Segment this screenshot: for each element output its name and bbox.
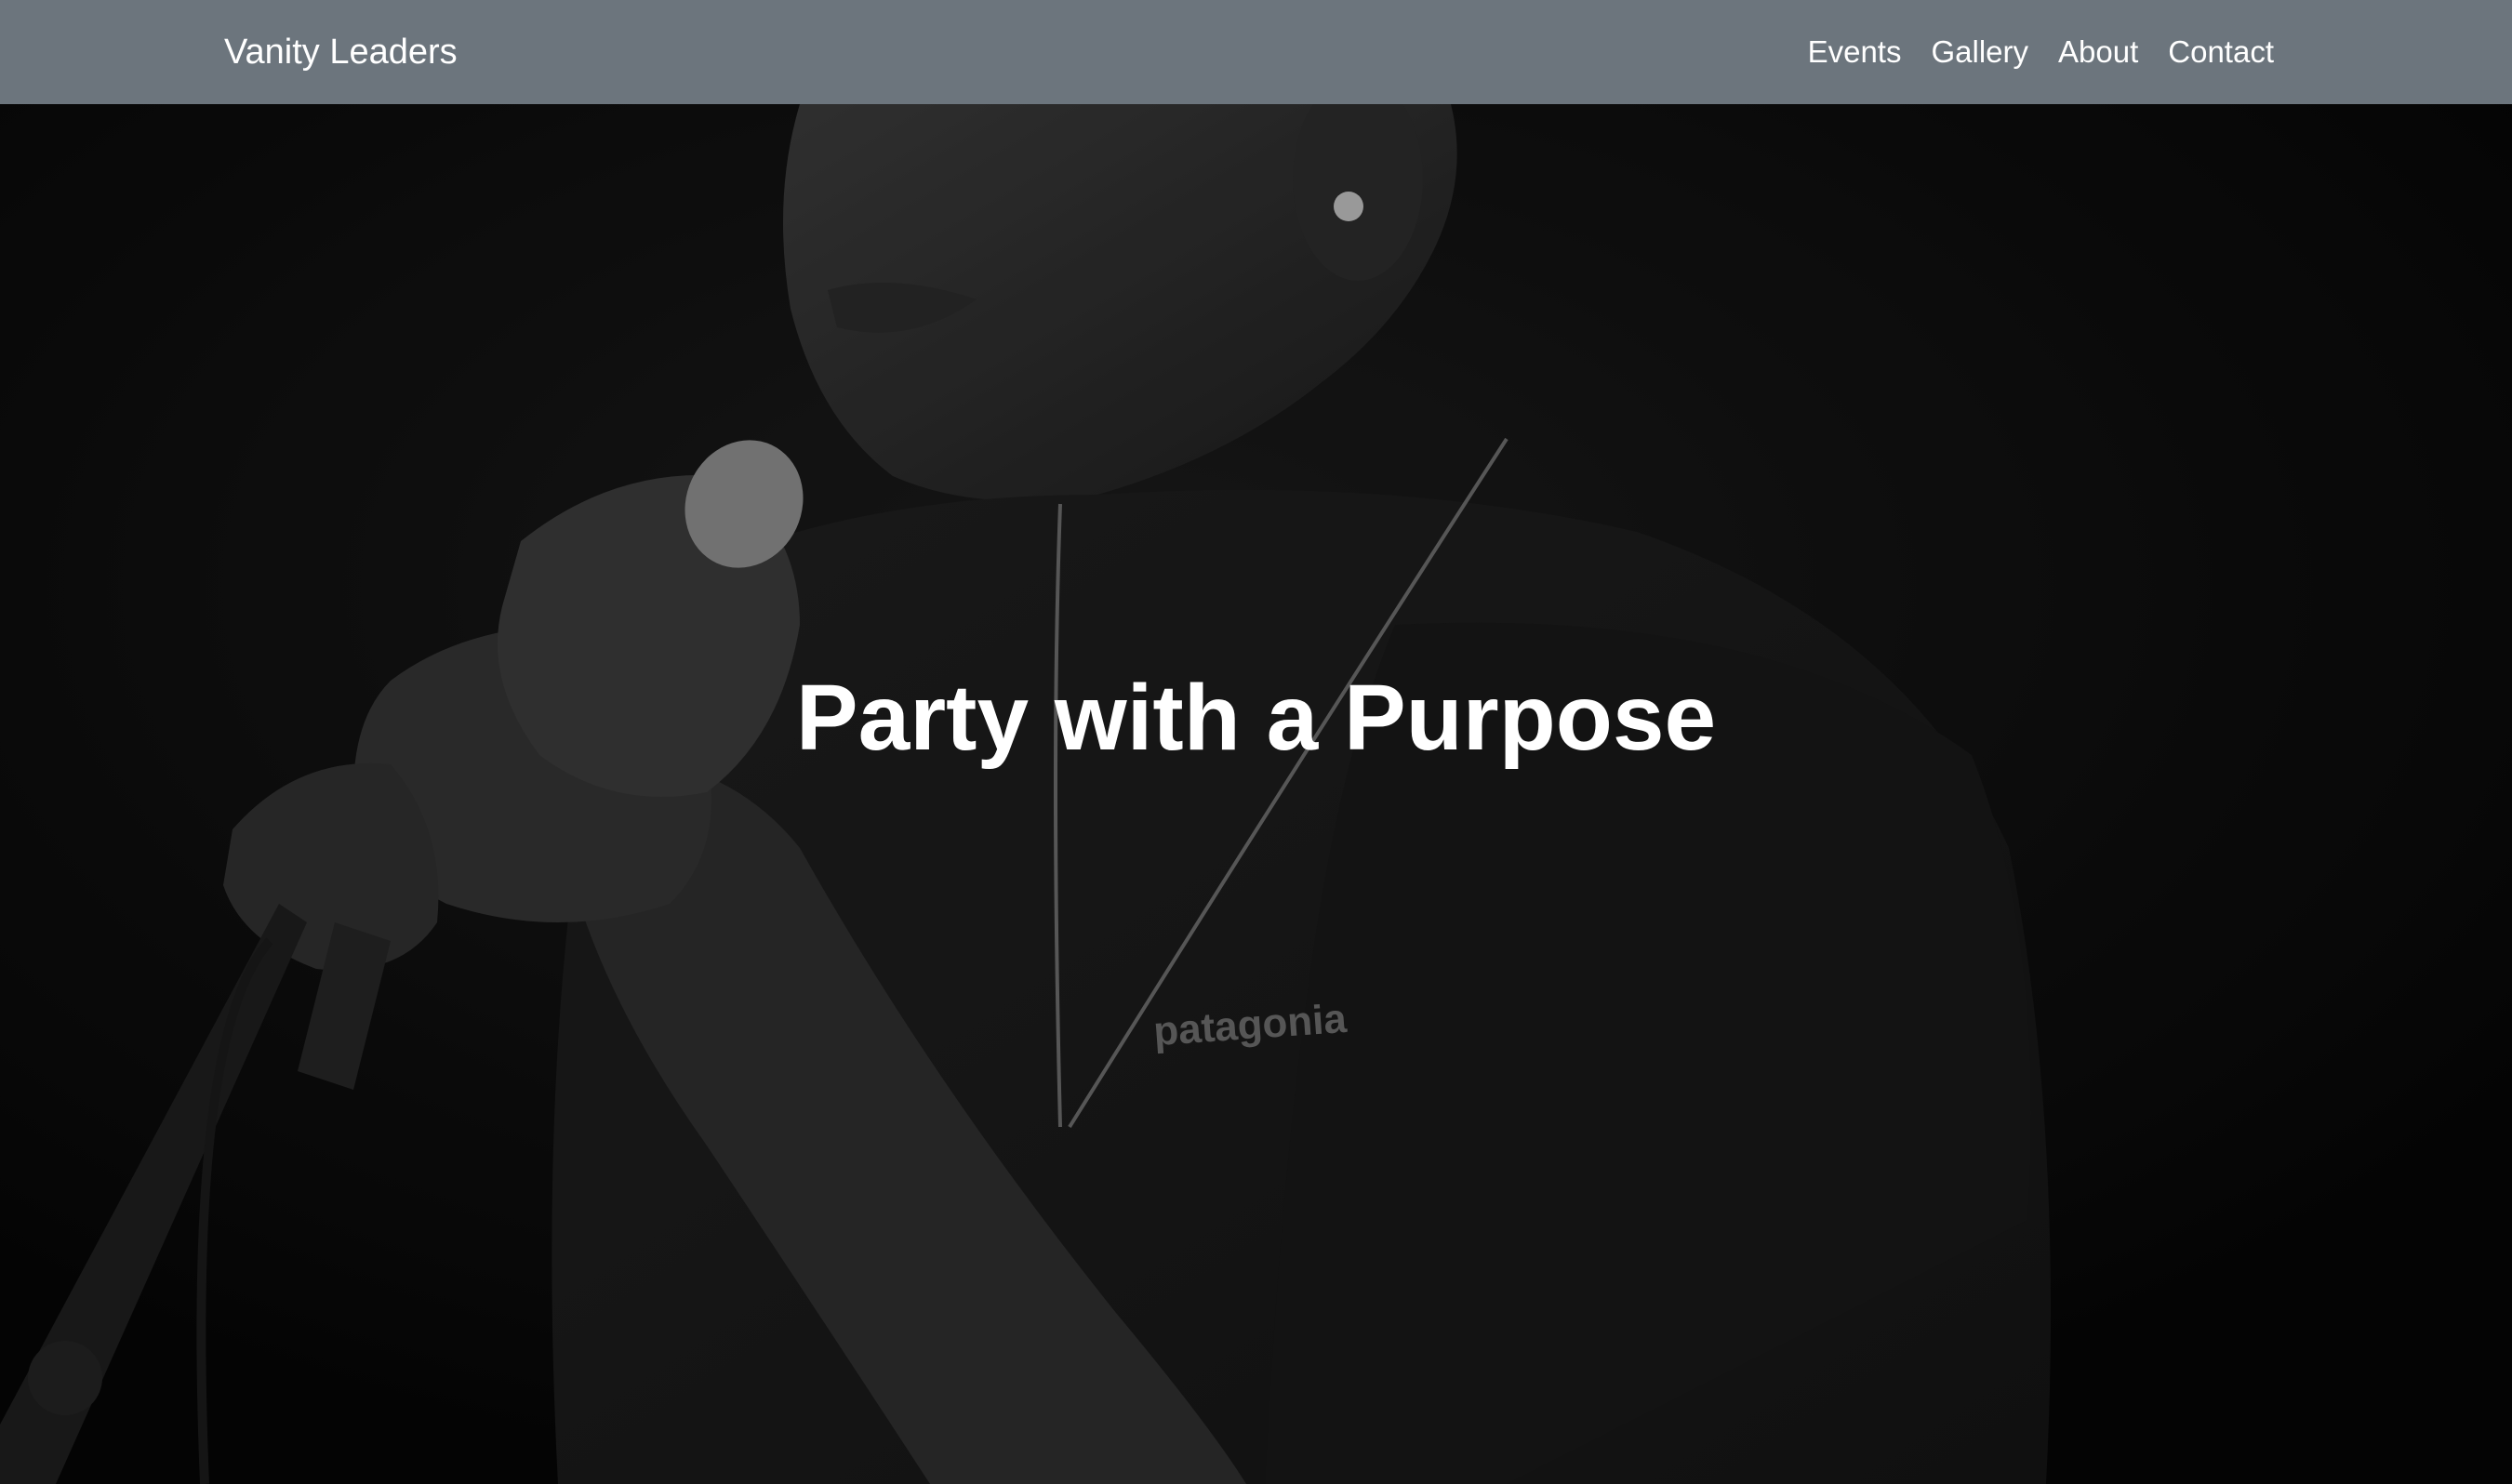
brand-link[interactable]: Vanity Leaders xyxy=(224,0,458,104)
nav-link-about[interactable]: About xyxy=(2058,34,2138,70)
top-navbar: Vanity Leaders Events Gallery About Cont… xyxy=(0,0,2512,104)
hero-section: patagonia Party with a Purpose xyxy=(0,104,2512,1484)
hero-background-photo: patagonia xyxy=(0,104,2512,1484)
nav-link-events[interactable]: Events xyxy=(1808,34,1902,70)
nav-links: Events Gallery About Contact xyxy=(1808,0,2274,104)
nav-link-contact[interactable]: Contact xyxy=(2168,34,2274,70)
hero-title: Party with a Purpose xyxy=(795,666,1717,770)
nav-link-gallery[interactable]: Gallery xyxy=(1931,34,2028,70)
